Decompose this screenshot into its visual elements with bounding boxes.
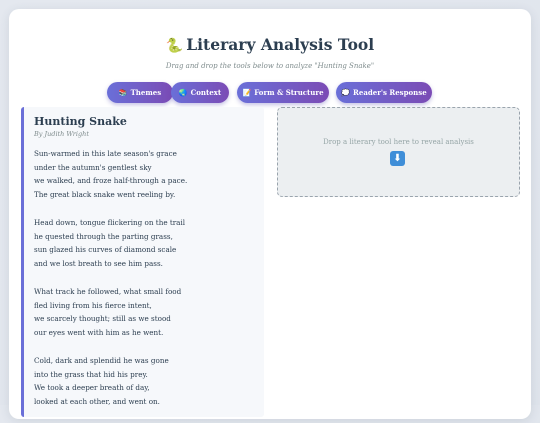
stanza: Head down, tongue flickering on the trai… (34, 216, 187, 270)
snake-icon: 🐍 (165, 38, 184, 54)
globe-icon: 🌏 (178, 88, 188, 97)
poem-line: What track he followed, what small food (34, 287, 182, 296)
stanza: What track he followed, what small food … (34, 285, 187, 339)
poem-line: our eyes went with him as he went. (34, 327, 164, 337)
stanza: Sun-warmed in this late season's grace u… (34, 147, 187, 201)
themes-tool[interactable]: 📚 Themes (107, 82, 173, 103)
page-title-text: Literary Analysis Tool (186, 35, 375, 54)
down-arrow-icon: ⬇ (390, 151, 405, 166)
poem-line: into the grass that hid his prey. (34, 369, 148, 379)
poem-line: We took a deeper breath of day, (34, 383, 150, 392)
main-card: 🐍 Literary Analysis Tool Drag and drop th… (9, 9, 531, 419)
poem-title: Hunting Snake (34, 115, 127, 128)
memo-icon: 📝 (242, 88, 252, 97)
poem-author: By Judith Wright (34, 130, 89, 138)
poem-panel: Hunting Snake By Judith Wright Sun-warme… (21, 107, 264, 417)
poem-line: we scarcely thought; still as we stood (34, 314, 171, 323)
tool-bar: 📚 Themes 🌏 Context 📝 Form & Structure 💭 Read… (9, 82, 531, 104)
form-structure-tool[interactable]: 📝 Form & Structure (237, 82, 329, 103)
poem-line: Head down, tongue flickering on the trai… (34, 218, 186, 227)
poem-line: Sun-warmed in this late season's grace (34, 149, 177, 158)
poem-line: fled living from his fierce intent, (34, 300, 152, 310)
poem-body: Sun-warmed in this late season's grace u… (34, 147, 187, 423)
poem-line: we walked, and froze half-through a pace… (34, 176, 188, 185)
poem-line: The great black snake went reeling by. (34, 189, 176, 199)
poem-line: and we lost breath to see him pass. (34, 258, 163, 268)
page-title: 🐍 Literary Analysis Tool (9, 35, 531, 54)
readers-response-tool[interactable]: 💭 Reader's Response (336, 82, 432, 103)
poem-line: sun glazed his curves of diamond scale (34, 245, 177, 254)
poem-line: he quested through the parting grass, (34, 231, 173, 241)
page-subtitle: Drag and drop the tools below to analyze… (165, 62, 375, 70)
poem-line: Cold, dark and splendid he was gone (34, 356, 169, 365)
drop-zone[interactable]: Drop a literary tool here to reveal anal… (277, 107, 520, 197)
poem-line: under the autumn's gentlest sky (34, 162, 152, 172)
poem-line: looked at each other, and went on. (34, 396, 160, 406)
book-icon: 📚 (118, 88, 128, 97)
context-tool[interactable]: 🌏 Context (171, 82, 229, 103)
drop-zone-text: Drop a literary tool here to reveal anal… (323, 138, 474, 146)
speech-bubble-icon: 💭 (341, 88, 351, 97)
stanza: Cold, dark and splendid he was gone into… (34, 354, 187, 408)
